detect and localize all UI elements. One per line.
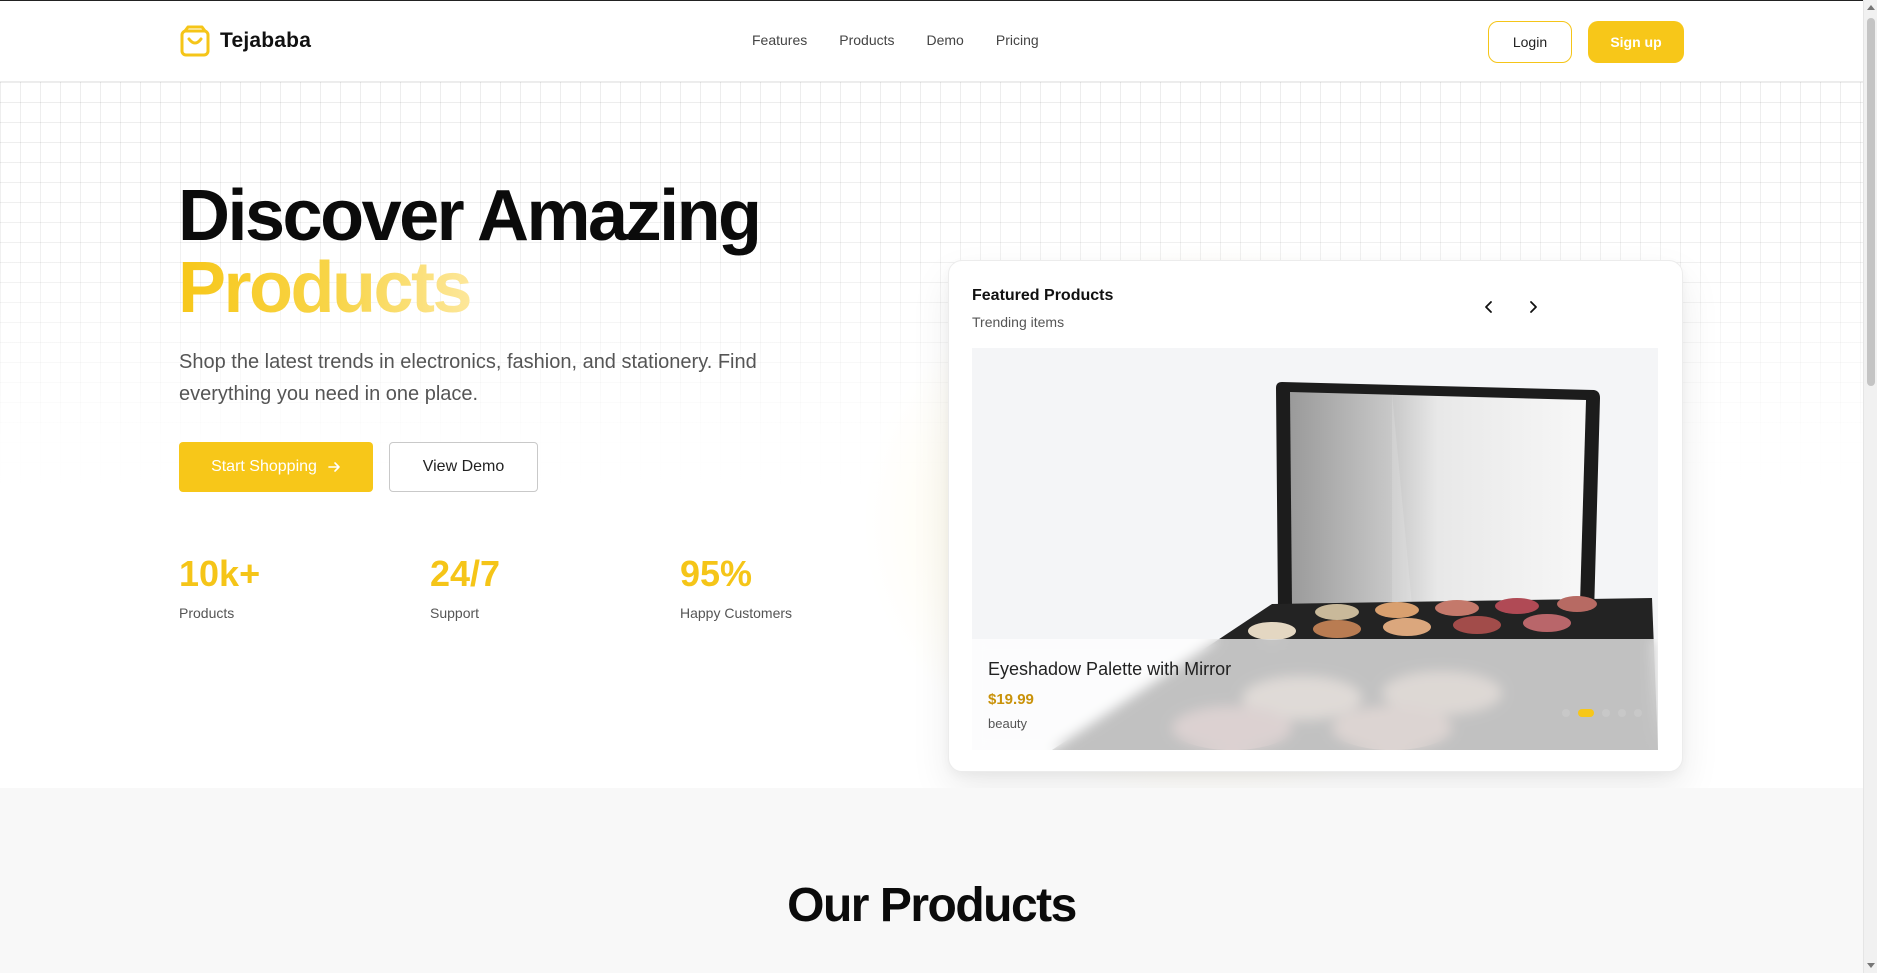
product-category: beauty [988,716,1028,731]
nav-link-products[interactable]: Products [839,32,894,48]
carousel-dot[interactable] [1562,709,1570,717]
hero-section: Discover Amazing Products Shop the lates… [0,82,1863,802]
product-name: Eyeshadow Palette with Mirror [988,659,1232,679]
page: Tejababa Features Products Demo Pricing … [0,0,1863,973]
carousel-dot[interactable] [1602,709,1610,717]
carousel-indicators [1562,709,1642,717]
product-price: $19.99 [988,691,1034,708]
products-section: Our Products [0,788,1863,973]
page-scrollbar[interactable] [1863,0,1877,973]
shopping-bag-icon [180,25,210,57]
product-image[interactable]: Eyeshadow Palette with Mirror $19.99 bea… [972,348,1658,750]
stat-happy-customers: 95% Happy Customers [680,553,793,622]
navbar: Tejababa Features Products Demo Pricing … [0,1,1863,82]
scrollbar-thumb[interactable] [1867,18,1875,386]
chevron-right-icon [1530,301,1537,313]
login-button[interactable]: Login [1488,21,1572,63]
carousel-prev-button[interactable] [1477,295,1501,319]
featured-title: Featured Products [972,287,1114,304]
brand-logo[interactable]: Tejababa [180,25,311,57]
hero-title-highlight: Products [178,248,473,328]
start-shopping-button[interactable]: Start Shopping [179,442,373,492]
carousel-dot[interactable] [1618,709,1626,717]
product-info-overlay: Eyeshadow Palette with Mirror $19.99 bea… [972,639,1658,750]
stat-label: Support [430,605,480,621]
stat-value: 10k+ [179,553,261,594]
nav-link-demo[interactable]: Demo [927,32,964,48]
hero-subtitle: Shop the latest trends in electronics, f… [179,351,757,405]
hero-title: Discover Amazing [178,176,762,256]
featured-subtitle: Trending items [972,314,1065,330]
signup-button[interactable]: Sign up [1588,21,1684,63]
stat-label: Products [179,605,235,621]
carousel-dot-active[interactable] [1578,709,1594,717]
brand-name: Tejababa [220,29,312,52]
stat-support: 24/7 Support [430,553,501,622]
start-shopping-label: Start Shopping [211,458,317,475]
featured-products-card: Featured Products Trending items Eyeshad… [948,260,1683,772]
section-title: Our Products [787,879,1077,932]
carousel-dot[interactable] [1634,709,1642,717]
arrow-right-icon [328,462,340,472]
stat-value: 24/7 [430,553,501,594]
nav-link-pricing[interactable]: Pricing [996,32,1039,48]
scroll-down-icon[interactable] [1867,963,1875,968]
scroll-up-icon[interactable] [1867,5,1875,10]
view-demo-button[interactable]: View Demo [389,442,538,492]
carousel-next-button[interactable] [1521,295,1545,319]
chevron-left-icon [1485,301,1492,313]
nav-link-features[interactable]: Features [752,32,807,48]
stat-products: 10k+ Products [179,553,261,622]
stat-label: Happy Customers [680,605,793,621]
main-nav: Features Products Demo Pricing [752,32,1039,48]
stat-value: 95% [680,553,753,594]
